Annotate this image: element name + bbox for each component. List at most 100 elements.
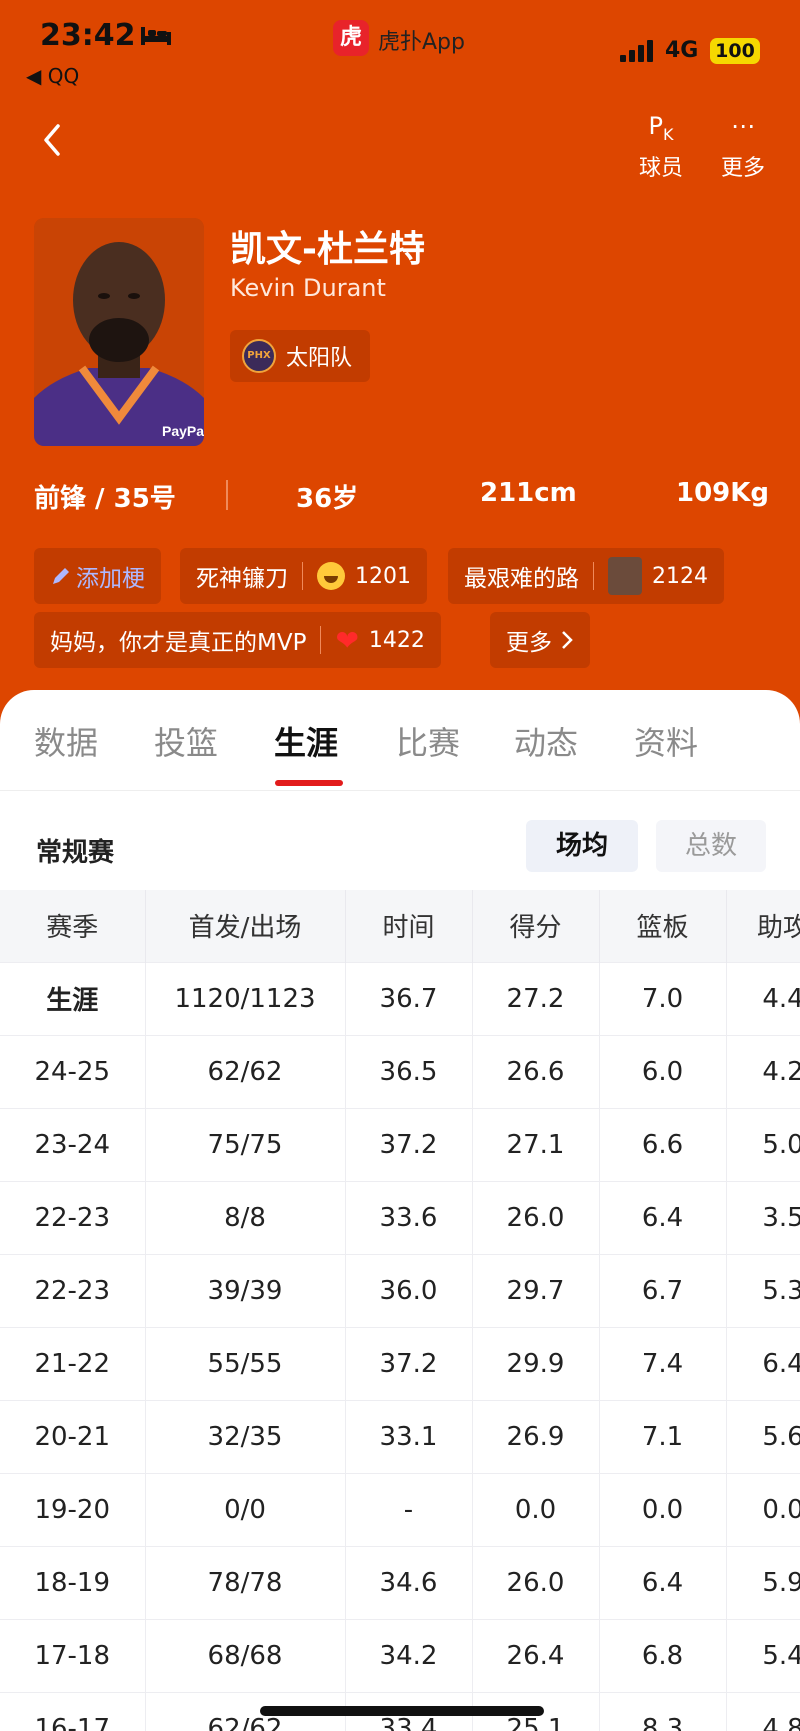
table-row[interactable]: 22-23 8/8 33.6 26.0 6.4 3.5 xyxy=(0,1180,800,1254)
divider xyxy=(0,790,800,791)
column-header[interactable]: 助攻 xyxy=(726,890,800,962)
table-cell: 3.5 xyxy=(726,1180,800,1254)
table-cell: 7.1 xyxy=(599,1399,727,1473)
table-cell: 8/8 xyxy=(145,1180,346,1254)
table-cell: 6.8 xyxy=(599,1618,727,1692)
heart-icon: ❤ xyxy=(335,623,359,657)
more-tags-button[interactable]: 更多 xyxy=(490,612,590,668)
table-cell: 78/78 xyxy=(145,1545,346,1619)
table-cell: 22-23 xyxy=(0,1253,146,1327)
totals-toggle[interactable]: 总数 xyxy=(656,820,766,872)
laugh-emoji-icon xyxy=(317,562,345,590)
nickname-tag[interactable]: 妈妈，你才是真正的MVP ❤ 1422 xyxy=(34,612,441,668)
table-cell: 36.7 xyxy=(345,961,473,1035)
table-row[interactable]: 生涯 1120/1123 36.7 27.2 7.0 4.4 xyxy=(0,961,800,1035)
more-button[interactable]: ⋯ 更多 xyxy=(708,108,778,182)
table-row[interactable]: 23-24 75/75 37.2 27.1 6.6 5.0 xyxy=(0,1107,800,1181)
column-header[interactable]: 时间 xyxy=(345,890,473,962)
back-chevron-icon[interactable] xyxy=(40,122,64,158)
tab-news[interactable]: 动态 xyxy=(514,718,578,764)
table-cell: 20-21 xyxy=(0,1399,146,1473)
table-cell: 19-20 xyxy=(0,1472,146,1546)
table-cell: 5.0 xyxy=(726,1107,800,1181)
table-row[interactable]: 24-25 62/62 36.5 26.6 6.0 4.2 xyxy=(0,1034,800,1108)
table-row[interactable]: 17-18 68/68 34.2 26.4 6.8 5.4 xyxy=(0,1618,800,1692)
per-game-toggle[interactable]: 场均 xyxy=(526,820,638,872)
tab-shooting[interactable]: 投篮 xyxy=(154,718,218,764)
column-header[interactable]: 篮板 xyxy=(599,890,727,962)
table-cell: 26.4 xyxy=(472,1618,600,1692)
player-height: 211cm xyxy=(480,478,577,508)
table-cell: 26.0 xyxy=(472,1180,600,1254)
table-row[interactable]: 19-20 0/0-0.0 0.0 0.0 xyxy=(0,1472,800,1546)
table-cell: 4.4 xyxy=(726,961,800,1035)
table-cell: 5.6 xyxy=(726,1399,800,1473)
table-header-row: 赛季 首发/出场 时间 得分 篮板 助攻 xyxy=(0,890,800,962)
player-bio-row: 前锋 / 35号 36岁 211cm 109Kg xyxy=(0,470,800,520)
table-row[interactable]: 18-19 78/78 34.6 26.0 6.4 5.9 xyxy=(0,1545,800,1619)
app-logo-icon: 虎 xyxy=(333,20,369,56)
table-cell: 7.4 xyxy=(599,1326,727,1400)
back-to-app-link[interactable]: ◀ QQ xyxy=(26,64,79,88)
add-nickname-button[interactable]: 添加梗 xyxy=(34,548,161,604)
player-header: 23:42 ◀ QQ 虎 虎扑App 4G 100 PK 球员 ⋯ 更多 Pay… xyxy=(0,0,800,730)
table-cell: 6.0 xyxy=(599,1034,727,1108)
table-cell: 24-25 xyxy=(0,1034,146,1108)
table-cell: 32/35 xyxy=(145,1399,346,1473)
table-cell: 5.3 xyxy=(726,1253,800,1327)
table-cell: 0.0 xyxy=(599,1472,727,1546)
sleep-mode-icon xyxy=(141,27,171,45)
player-avatar: PayPal xyxy=(34,218,204,446)
table-cell: 21-22 xyxy=(0,1326,146,1400)
tab-profile[interactable]: 资料 xyxy=(634,718,698,764)
table-cell: 生涯 xyxy=(0,961,146,1035)
table-cell: 36.5 xyxy=(345,1034,473,1108)
nickname-tag[interactable]: 最艰难的路 2124 xyxy=(448,548,724,604)
column-header[interactable]: 得分 xyxy=(472,890,600,962)
column-header[interactable]: 赛季 xyxy=(0,890,146,962)
user-avatar-icon xyxy=(608,557,642,595)
player-name-cn: 凯文-杜兰特 xyxy=(230,229,425,270)
suns-logo-icon: PHX xyxy=(242,339,276,373)
column-header[interactable]: 首发/出场 xyxy=(145,890,346,962)
table-cell: 26.6 xyxy=(472,1034,600,1108)
table-cell: 39/39 xyxy=(145,1253,346,1327)
table-cell: 26.9 xyxy=(472,1399,600,1473)
battery-icon: 100 xyxy=(710,38,760,64)
table-cell: 33.1 xyxy=(345,1399,473,1473)
tab-career[interactable]: 生涯 xyxy=(274,718,338,764)
table-row[interactable]: 22-23 39/39 36.0 29.7 6.7 5.3 xyxy=(0,1253,800,1327)
tab-games[interactable]: 比赛 xyxy=(396,718,460,764)
career-panel: 数据 投篮 生涯 比赛 动态 资料 常规赛 场均 总数 赛季 首发/出场 时间 … xyxy=(0,690,800,1731)
section-title: 常规赛 xyxy=(36,838,115,868)
position-number: 前锋 / 35号 xyxy=(34,484,176,514)
table-cell: 34.2 xyxy=(345,1618,473,1692)
table-cell: 36.0 xyxy=(345,1253,473,1327)
table-cell: 29.7 xyxy=(472,1253,600,1327)
status-bar: 23:42 ◀ QQ 虎 虎扑App 4G 100 xyxy=(0,0,800,100)
career-stats-table: 赛季 首发/出场 时间 得分 篮板 助攻 生涯 1120/1123 36.7 27.2… xyxy=(0,890,800,1731)
team-chip[interactable]: PHX 太阳队 xyxy=(230,330,371,382)
table-cell: 4.2 xyxy=(726,1034,800,1108)
table-cell: 23-24 xyxy=(0,1107,146,1181)
table-row[interactable]: 21-22 55/55 37.2 29.9 7.4 6.4 xyxy=(0,1326,800,1400)
table-cell: 6.7 xyxy=(599,1253,727,1327)
table-cell: 0.0 xyxy=(726,1472,800,1546)
table-cell: 8.3 xyxy=(599,1691,727,1731)
table-row[interactable]: 20-21 32/35 33.1 26.9 7.1 5.6 xyxy=(0,1399,800,1473)
table-cell: 6.4 xyxy=(599,1180,727,1254)
nickname-tag[interactable]: 死神镰刀 1201 xyxy=(180,548,427,604)
tab-stats[interactable]: 数据 xyxy=(34,718,98,764)
table-cell: 27.2 xyxy=(472,961,600,1035)
network-type: 4G xyxy=(665,38,699,63)
table-cell: 16-17 xyxy=(0,1691,146,1731)
app-name: 虎扑App xyxy=(378,30,465,55)
table-cell: 6.4 xyxy=(599,1545,727,1619)
pencil-icon xyxy=(53,568,69,584)
player-pk-button[interactable]: PK 球员 xyxy=(626,108,696,182)
home-indicator[interactable] xyxy=(260,1706,544,1716)
player-name-en: Kevin Durant xyxy=(230,274,386,302)
table-cell: 6.6 xyxy=(599,1107,727,1181)
table-cell: 27.1 xyxy=(472,1107,600,1181)
chevron-right-icon xyxy=(562,631,573,649)
